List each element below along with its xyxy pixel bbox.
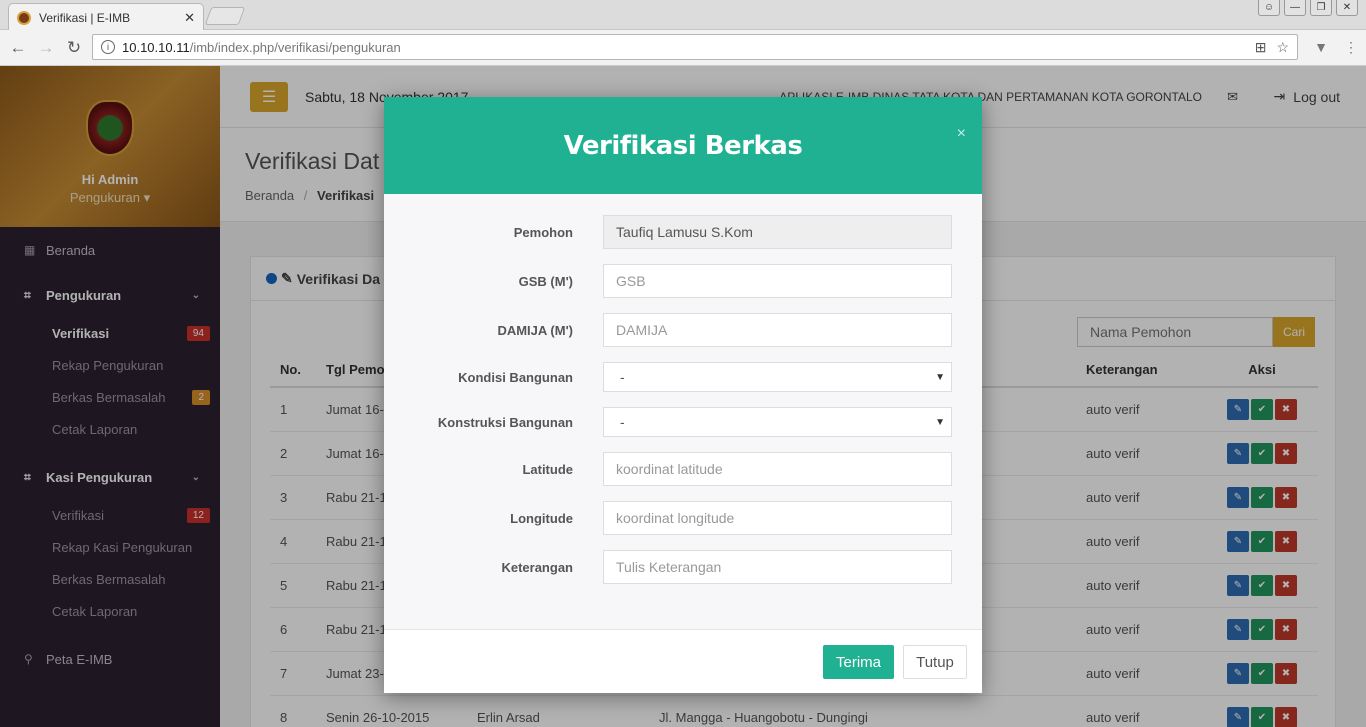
url-path: /imb/index.php/verifikasi/pengukuran xyxy=(189,39,401,55)
damija-label: DAMIJA (M') xyxy=(497,322,573,338)
browser-menu-icon[interactable]: ⋮ xyxy=(1344,39,1358,56)
gsb-input[interactable]: GSB xyxy=(603,264,952,298)
translate-icon[interactable]: ⊞ xyxy=(1255,39,1267,56)
kondisi-value: - xyxy=(620,369,625,385)
maximize-button[interactable]: ❐ xyxy=(1310,0,1332,16)
caret-down-icon: ▼ xyxy=(935,416,945,428)
browser-tabstrip: Verifikasi | E-IMB ✕ ☺ — ❐ ✕ xyxy=(0,0,1366,31)
forward-icon[interactable]: → xyxy=(32,38,60,58)
field-row-latitude: Latitude koordinat latitude xyxy=(384,452,982,486)
browser-toolbar: ← → ↻ i 10.10.10.11 /imb/index.php/verif… xyxy=(0,30,1366,66)
damija-input[interactable]: DAMIJA xyxy=(603,313,952,347)
modal-footer: Terima Tutup xyxy=(384,629,982,693)
kondisi-label: Kondisi Bangunan xyxy=(458,369,573,385)
konstruksi-label: Konstruksi Bangunan xyxy=(437,414,573,430)
user-icon[interactable]: ☺ xyxy=(1258,0,1280,16)
verifikasi-modal: Verifikasi Berkas × Pemohon Taufiq Lamus… xyxy=(384,97,982,693)
pemohon-label: Pemohon xyxy=(513,224,573,240)
modal-header: Verifikasi Berkas × xyxy=(384,97,982,194)
field-row-longitude: Longitude koordinat longitude xyxy=(384,501,982,535)
caret-down-icon: ▼ xyxy=(935,371,945,383)
terima-button[interactable]: Terima xyxy=(823,645,894,679)
gsb-label: GSB (M') xyxy=(518,273,573,289)
reload-icon[interactable]: ↻ xyxy=(60,38,88,58)
field-row-damija: DAMIJA (M') DAMIJA xyxy=(384,313,982,347)
konstruksi-value: - xyxy=(620,414,625,430)
favicon-icon xyxy=(17,10,31,25)
konstruksi-select[interactable]: - ▼ xyxy=(603,407,952,437)
field-row-gsb: GSB (M') GSB xyxy=(384,264,982,298)
tutup-button[interactable]: Tutup xyxy=(903,645,967,679)
close-icon[interactable]: × xyxy=(957,125,966,143)
info-icon[interactable]: i xyxy=(101,40,115,54)
bookmark-star-icon[interactable]: ☆ xyxy=(1276,39,1289,56)
new-tab-button[interactable] xyxy=(204,7,246,25)
window-controls: ☺ — ❐ ✕ xyxy=(1258,0,1366,16)
address-bar[interactable]: i 10.10.10.11 /imb/index.php/verifikasi/… xyxy=(92,34,1298,60)
tab-title: Verifikasi | E-IMB xyxy=(39,10,131,25)
browser-tab[interactable]: Verifikasi | E-IMB ✕ xyxy=(8,3,204,31)
pemohon-field: Taufiq Lamusu S.Kom xyxy=(603,215,952,249)
longitude-input[interactable]: koordinat longitude xyxy=(603,501,952,535)
close-window-button[interactable]: ✕ xyxy=(1336,0,1358,16)
tab-close-icon[interactable]: ✕ xyxy=(184,10,195,26)
kondisi-select[interactable]: - ▼ xyxy=(603,362,952,392)
longitude-label: Longitude xyxy=(510,510,573,526)
field-row-kondisi: Kondisi Bangunan - ▼ xyxy=(384,362,982,392)
field-row-konstruksi: Konstruksi Bangunan - ▼ xyxy=(384,407,982,437)
latitude-label: Latitude xyxy=(522,461,573,477)
field-row-pemohon: Pemohon Taufiq Lamusu S.Kom xyxy=(384,215,982,249)
modal-body: Pemohon Taufiq Lamusu S.Kom GSB (M') GSB… xyxy=(384,194,982,629)
latitude-input[interactable]: koordinat latitude xyxy=(603,452,952,486)
extension-icon[interactable]: ▼ xyxy=(1314,39,1328,56)
modal-title: Verifikasi Berkas xyxy=(563,130,803,161)
field-row-keterangan: Keterangan Tulis Keterangan xyxy=(384,550,982,584)
back-icon[interactable]: ← xyxy=(4,38,32,58)
minimize-button[interactable]: — xyxy=(1284,0,1306,16)
keterangan-label: Keterangan xyxy=(501,559,573,575)
url-host: 10.10.10.11 xyxy=(122,39,190,55)
keterangan-input[interactable]: Tulis Keterangan xyxy=(603,550,952,584)
